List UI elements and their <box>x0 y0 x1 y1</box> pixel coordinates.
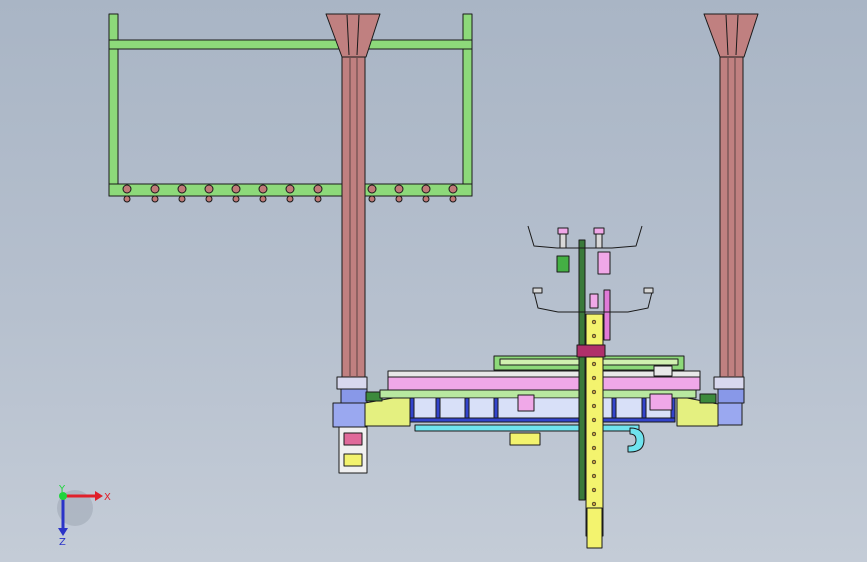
frame-roller-pins <box>123 195 457 203</box>
z-axis-label: Z <box>59 537 66 548</box>
axis-triad: X Y Z <box>57 484 111 548</box>
right-column <box>703 13 759 426</box>
right-motor <box>699 393 717 404</box>
main-beam <box>379 355 701 423</box>
overhead-frame <box>108 13 473 203</box>
lower-gripper <box>532 287 654 313</box>
mechanical-assembly-drawing: X Y Z <box>57 13 759 549</box>
x-axis-label: X <box>104 492 111 503</box>
y-axis-label: Y <box>58 484 66 495</box>
cyan-pipe <box>414 424 645 453</box>
cad-viewport[interactable]: X Y Z <box>0 0 867 562</box>
